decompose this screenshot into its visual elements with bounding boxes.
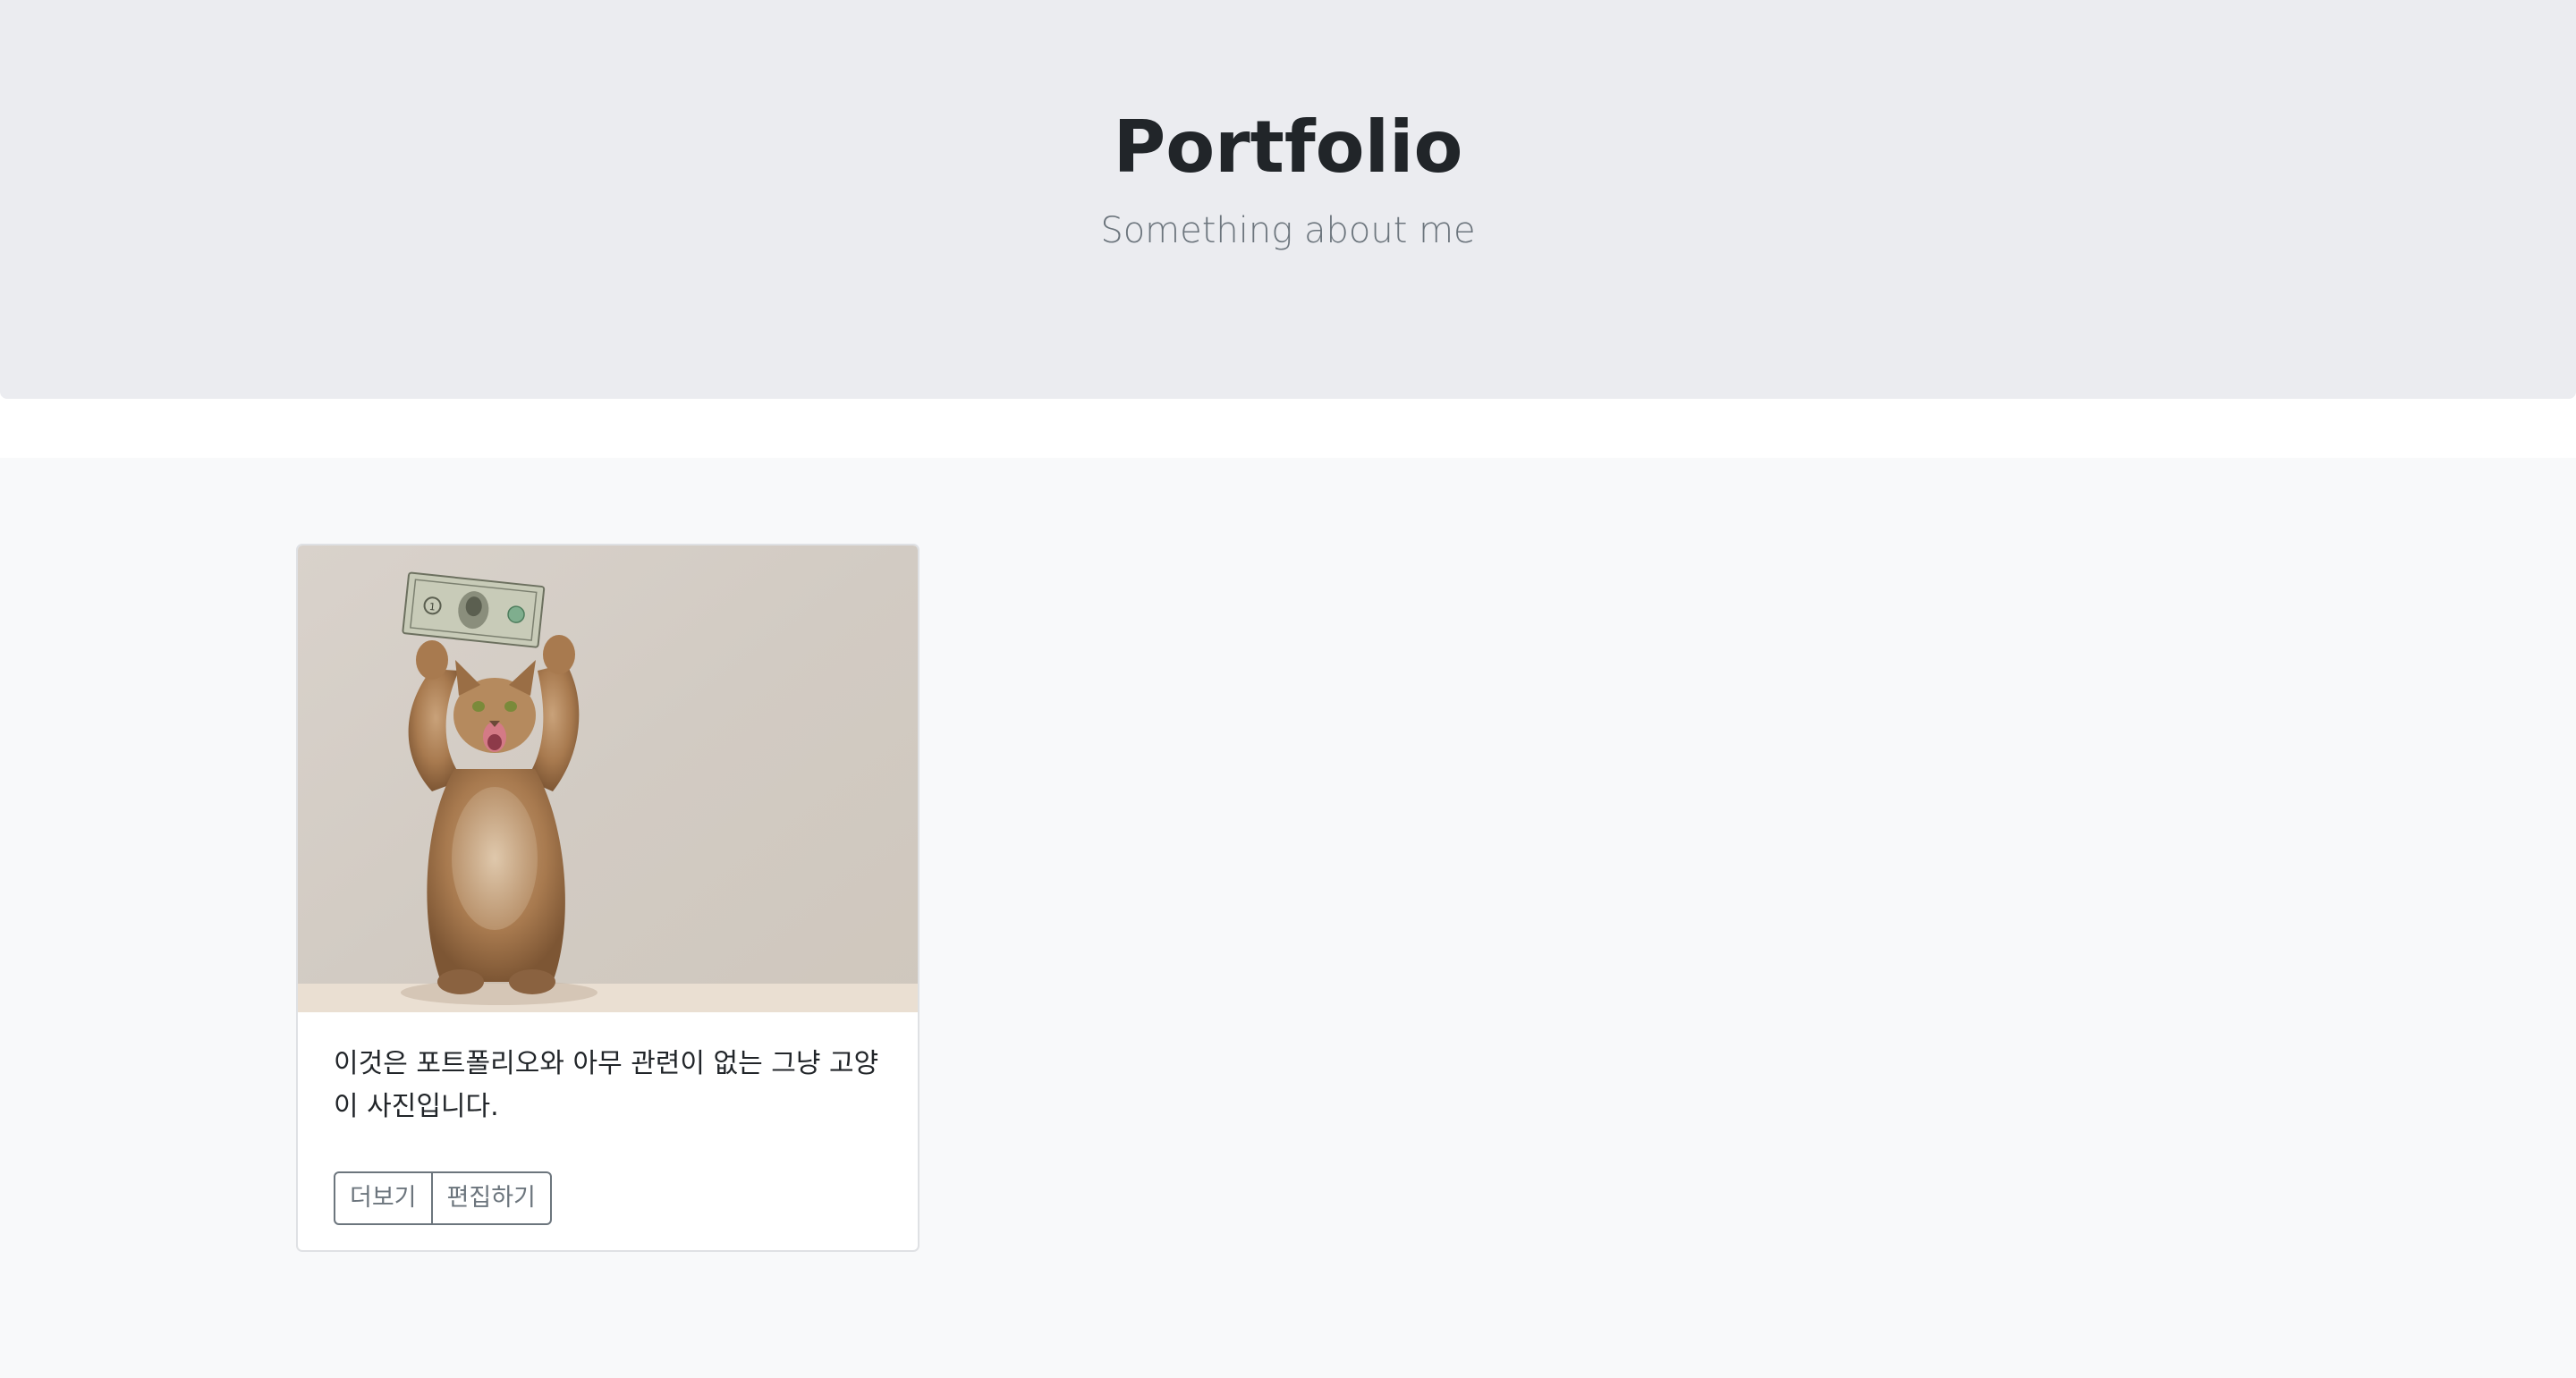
svg-text:1: 1: [428, 601, 436, 613]
portfolio-card: 1 이것은 포트폴리오와 아무 관련이 없는 그냥 고양이 사진입니다. 더보기…: [296, 544, 919, 1252]
card-body: 이것은 포트폴리오와 아무 관련이 없는 그냥 고양이 사진입니다.: [334, 1043, 888, 1129]
card-image: 1: [298, 545, 918, 1012]
page-subtitle: Something about me: [1100, 210, 1476, 251]
edit-button[interactable]: 편집하기: [432, 1171, 552, 1225]
card-description: 이것은 포트폴리오와 아무 관련이 없는 그냥 고양이 사진입니다.: [334, 1048, 879, 1122]
card-button-group: 더보기 편집하기: [334, 1171, 552, 1225]
view-button[interactable]: 더보기: [334, 1171, 433, 1225]
jumbotron-header: Portfolio Something about me: [0, 0, 2576, 399]
page-title: Portfolio: [1113, 106, 1463, 189]
album-section: 1 이것은 포트폴리오와 아무 관련이 없는 그냥 고양이 사진입니다. 더보기…: [0, 458, 2576, 1378]
